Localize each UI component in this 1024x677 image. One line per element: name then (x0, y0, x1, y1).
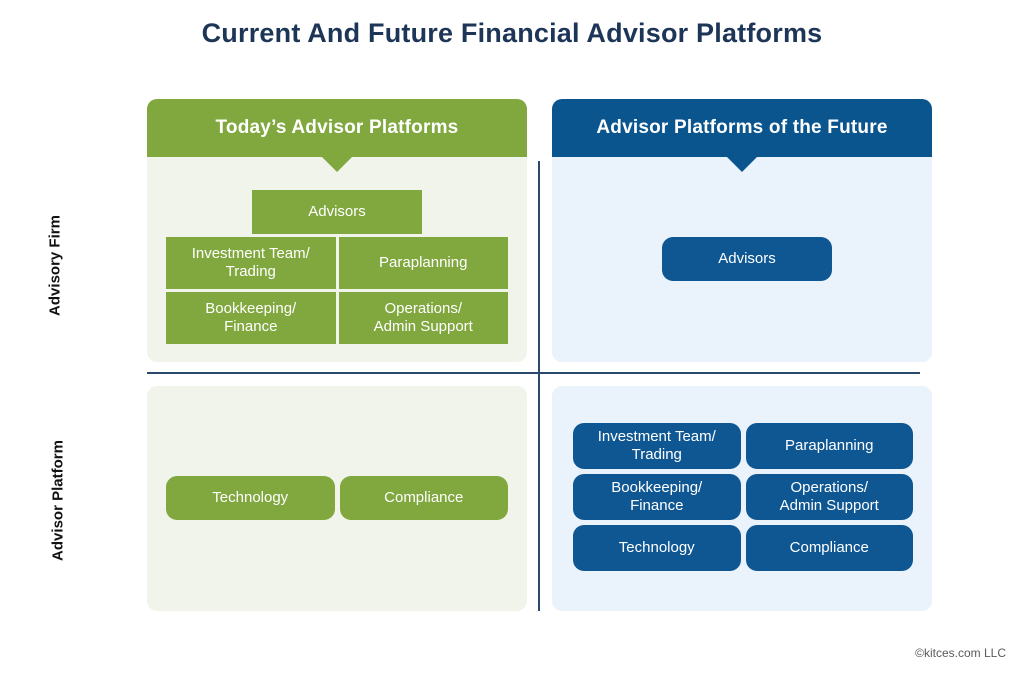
tile-line-1: Compliance (789, 539, 869, 556)
column-header-future[interactable]: Advisor Platforms of the Future (552, 99, 932, 172)
tile-line-1: Technology (618, 539, 695, 556)
tile-investment-team-trading-future[interactable]: Investment Team/ Trading (573, 423, 741, 469)
quadrant-panel-today-advisor-platform: Technology Compliance (147, 386, 527, 611)
tile-row: Investment Team/ Trading Paraplanning (573, 423, 913, 469)
tile-line-1: Paraplanning (379, 254, 468, 271)
tile-line-1: Operations/ (790, 479, 869, 496)
tile-advisors-future[interactable]: Advisors (662, 237, 832, 281)
divider-vertical (538, 161, 540, 611)
tile-row: Investment Team/ Trading Paraplanning (166, 237, 508, 289)
divider-horizontal (147, 372, 920, 374)
tile-line-2: Finance (630, 497, 684, 514)
tile-advisors-today[interactable]: Advisors (252, 190, 422, 234)
quadrant-panel-future-advisory-firm: Advisors (552, 157, 932, 362)
tile-line-2: Finance (224, 318, 278, 335)
tile-line-2: Admin Support (779, 497, 879, 514)
tile-operations-admin-support-today[interactable]: Operations/ Admin Support (338, 292, 508, 344)
today-advisor-platform-tile-row: Technology Compliance (166, 476, 508, 520)
chevron-down-icon (321, 156, 353, 172)
tile-investment-team-trading-today[interactable]: Investment Team/ Trading (166, 237, 336, 289)
quadrant-panel-future-advisor-platform: Investment Team/ Trading Paraplanning Bo… (552, 386, 932, 611)
tile-line-2: Trading (631, 446, 682, 463)
chevron-down-icon (726, 156, 758, 172)
tile-technology-today[interactable]: Technology (166, 476, 335, 520)
tile-line-1: Operations/ (384, 300, 463, 317)
tile-row: Bookkeeping/ Finance Operations/ Admin S… (573, 474, 913, 520)
tile-line-1: Bookkeeping/ (611, 479, 703, 496)
tile-line-1: Bookkeeping/ (205, 300, 297, 317)
column-header-today-label: Today’s Advisor Platforms (215, 117, 459, 138)
column-future: Advisor Platforms of the Future (552, 99, 932, 172)
tile-line-1: Investment Team/ (597, 428, 716, 445)
page-title: Current And Future Financial Advisor Pla… (201, 18, 823, 48)
tile-line-1: Paraplanning (785, 437, 874, 454)
tile-bookkeeping-finance-today[interactable]: Bookkeeping/ Finance (166, 292, 336, 344)
row-label-advisor-platform: Advisor Platform (49, 440, 67, 561)
column-header-future-label: Advisor Platforms of the Future (596, 117, 888, 138)
tile-paraplanning-today[interactable]: Paraplanning (338, 237, 508, 289)
tile-paraplanning-future[interactable]: Paraplanning (745, 423, 913, 469)
tile-line-1: Investment Team/ (191, 245, 310, 262)
tile-row: Bookkeeping/ Finance Operations/ Admin S… (166, 292, 508, 344)
tile-compliance-today[interactable]: Compliance (339, 476, 508, 520)
tile-line-2: Trading (225, 263, 276, 280)
quadrant-panel-today-advisory-firm: Advisors Investment Team/ Trading Parapl… (147, 157, 527, 362)
tile-line-1: Compliance (384, 489, 464, 506)
tile-line-2: Admin Support (373, 318, 473, 335)
column-today: Today’s Advisor Platforms (147, 99, 527, 172)
tile-compliance-future[interactable]: Compliance (745, 525, 913, 571)
tile-bookkeeping-finance-future[interactable]: Bookkeeping/ Finance (573, 474, 741, 520)
row-label-advisory-firm: Advisory Firm (46, 215, 64, 316)
footer-credit: ©kitces.com LLC (915, 646, 1006, 660)
tile-technology-future[interactable]: Technology (573, 525, 741, 571)
tile-row: Technology Compliance (573, 525, 913, 571)
today-advisory-firm-tile-stack: Advisors Investment Team/ Trading Parapl… (166, 190, 508, 347)
tile-operations-admin-support-future[interactable]: Operations/ Admin Support (745, 474, 913, 520)
tile-line-1: Technology (212, 489, 289, 506)
column-header-today[interactable]: Today’s Advisor Platforms (147, 99, 527, 172)
future-advisor-platform-tile-grid: Investment Team/ Trading Paraplanning Bo… (573, 423, 913, 571)
